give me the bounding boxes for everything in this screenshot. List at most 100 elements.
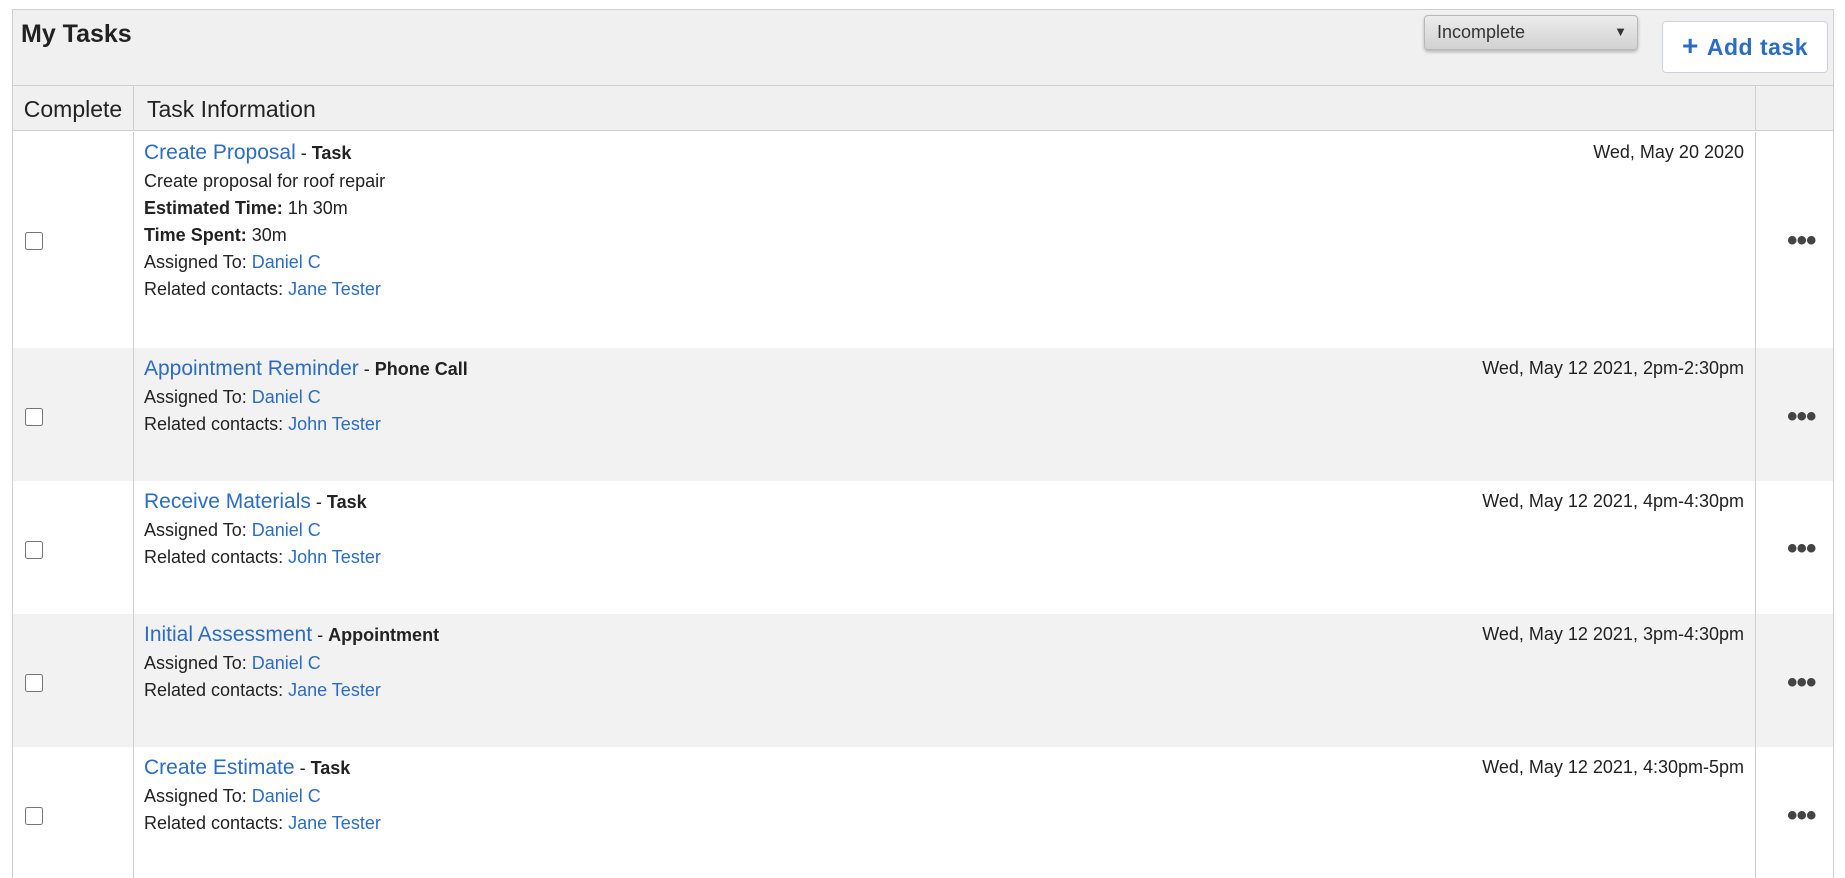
task-date: Wed, May 12 2021, 3pm-4:30pm — [1482, 624, 1744, 644]
contact-link[interactable]: John Tester — [288, 414, 381, 434]
task-title-link[interactable]: Create Estimate — [144, 756, 295, 779]
caret-down-icon: ▼ — [1614, 24, 1627, 39]
task-info-cell: Receive Materials - Task Assigned To: Da… — [134, 481, 1756, 614]
more-options-icon[interactable]: ••• — [1787, 534, 1816, 564]
plus-icon: + — [1682, 30, 1699, 61]
time-spent-label: Time Spent: — [144, 225, 247, 245]
complete-checkbox[interactable] — [25, 541, 43, 559]
task-type: Phone Call — [374, 359, 468, 379]
task-date: Wed, May 20 2020 — [1593, 142, 1744, 162]
assignee-link[interactable]: Daniel C — [252, 387, 321, 407]
task-row: Appointment Reminder - Phone Call Assign… — [13, 348, 1833, 481]
assignee-link[interactable]: Daniel C — [252, 653, 321, 673]
more-options-icon[interactable]: ••• — [1787, 668, 1816, 698]
title-separator: - — [295, 143, 312, 163]
more-options-icon[interactable]: ••• — [1787, 402, 1816, 432]
task-info-cell: Create Estimate - Task Assigned To: Dani… — [134, 747, 1756, 878]
time-spent-value: 30m — [246, 225, 287, 245]
assigned-to-label: Assigned To: — [144, 252, 252, 272]
complete-cell — [13, 132, 134, 348]
complete-cell — [13, 348, 134, 481]
complete-checkbox[interactable] — [25, 408, 43, 426]
column-header-complete: Complete — [13, 86, 134, 131]
assignee-link[interactable]: Daniel C — [252, 786, 321, 806]
assigned-to-label: Assigned To: — [144, 653, 252, 673]
title-separator: - — [294, 758, 311, 778]
task-date: Wed, May 12 2021, 4:30pm-5pm — [1482, 757, 1744, 777]
assignee-link[interactable]: Daniel C — [252, 252, 321, 272]
assigned-to-label: Assigned To: — [144, 520, 252, 540]
related-contacts-label: Related contacts: — [144, 547, 289, 567]
task-info-cell: Appointment Reminder - Phone Call Assign… — [134, 348, 1756, 481]
complete-checkbox[interactable] — [25, 674, 43, 692]
task-type: Task — [326, 492, 367, 512]
actions-cell: ••• — [1756, 614, 1834, 747]
complete-cell — [13, 481, 134, 614]
title-separator: - — [358, 359, 375, 379]
actions-cell: ••• — [1756, 132, 1834, 348]
panel-header: My Tasks Incomplete ▼ + Add task — [13, 10, 1833, 86]
task-title-link[interactable]: Appointment Reminder — [144, 357, 359, 380]
more-options-icon[interactable]: ••• — [1787, 226, 1816, 256]
task-type: Task — [310, 758, 351, 778]
contact-link[interactable]: John Tester — [288, 547, 381, 567]
related-contacts: Related contacts: John Tester — [144, 544, 1755, 571]
related-contacts: Related contacts: Jane Tester — [144, 810, 1755, 837]
task-info-cell: Create Proposal - Task Create proposal f… — [134, 132, 1756, 348]
complete-cell — [13, 614, 134, 747]
task-date: Wed, May 12 2021, 2pm-2:30pm — [1482, 358, 1744, 378]
column-header-task-information: Task Information — [134, 86, 1756, 131]
more-options-icon[interactable]: ••• — [1787, 801, 1816, 831]
estimated-time: Estimated Time: 1h 30m — [144, 195, 1755, 222]
assigned-to: Assigned To: Daniel C — [144, 517, 1755, 544]
task-description: Create proposal for roof repair — [144, 171, 386, 191]
assignee-link[interactable]: Daniel C — [252, 520, 321, 540]
task-info-cell: Initial Assessment - Appointment Assigne… — [134, 614, 1756, 747]
task-row: Create Proposal - Task Create proposal f… — [13, 132, 1833, 348]
task-title-link[interactable]: Create Proposal — [144, 141, 296, 164]
contact-link[interactable]: Jane Tester — [288, 680, 381, 700]
assigned-to: Assigned To: Daniel C — [144, 650, 1755, 677]
panel-title: My Tasks — [21, 20, 132, 48]
title-separator: - — [312, 625, 329, 645]
related-contacts: Related contacts: Jane Tester — [144, 677, 1755, 704]
assigned-to: Assigned To: Daniel C — [144, 783, 1755, 810]
my-tasks-panel: My Tasks Incomplete ▼ + Add task Complet… — [12, 9, 1834, 878]
task-row: Create Estimate - Task Assigned To: Dani… — [13, 747, 1833, 878]
task-list: Create Proposal - Task Create proposal f… — [13, 132, 1833, 878]
assigned-to: Assigned To: Daniel C — [144, 249, 1755, 276]
status-filter-value: Incomplete — [1437, 22, 1526, 42]
task-row: Initial Assessment - Appointment Assigne… — [13, 614, 1833, 747]
task-type: Task — [311, 143, 352, 163]
task-title-link[interactable]: Initial Assessment — [144, 623, 312, 646]
assigned-to-label: Assigned To: — [144, 387, 252, 407]
assigned-to-label: Assigned To: — [144, 786, 252, 806]
add-task-label: Add task — [1706, 33, 1808, 60]
complete-cell — [13, 747, 134, 878]
add-task-button[interactable]: + Add task — [1662, 21, 1828, 73]
assigned-to: Assigned To: Daniel C — [144, 384, 1755, 411]
task-type: Appointment — [328, 625, 440, 645]
complete-checkbox[interactable] — [25, 232, 43, 250]
estimated-time-label: Estimated Time: — [144, 198, 283, 218]
time-spent: Time Spent: 30m — [144, 222, 1755, 249]
status-filter-select[interactable]: Incomplete ▼ — [1424, 15, 1638, 50]
table-header: Complete Task Information — [13, 86, 1833, 131]
task-date: Wed, May 12 2021, 4pm-4:30pm — [1482, 491, 1744, 511]
actions-cell: ••• — [1756, 348, 1834, 481]
task-row: Receive Materials - Task Assigned To: Da… — [13, 481, 1833, 614]
related-contacts-label: Related contacts: — [144, 414, 289, 434]
task-title-link[interactable]: Receive Materials — [144, 490, 311, 513]
related-contacts: Related contacts: Jane Tester — [144, 276, 1755, 303]
title-separator: - — [310, 492, 327, 512]
actions-cell: ••• — [1756, 747, 1834, 878]
contact-link[interactable]: Jane Tester — [288, 279, 381, 299]
actions-cell: ••• — [1756, 481, 1834, 614]
related-contacts-label: Related contacts: — [144, 279, 289, 299]
complete-checkbox[interactable] — [25, 807, 43, 825]
related-contacts: Related contacts: John Tester — [144, 411, 1755, 438]
contact-link[interactable]: Jane Tester — [288, 813, 381, 833]
related-contacts-label: Related contacts: — [144, 680, 289, 700]
estimated-time-value: 1h 30m — [282, 198, 348, 218]
related-contacts-label: Related contacts: — [144, 813, 289, 833]
